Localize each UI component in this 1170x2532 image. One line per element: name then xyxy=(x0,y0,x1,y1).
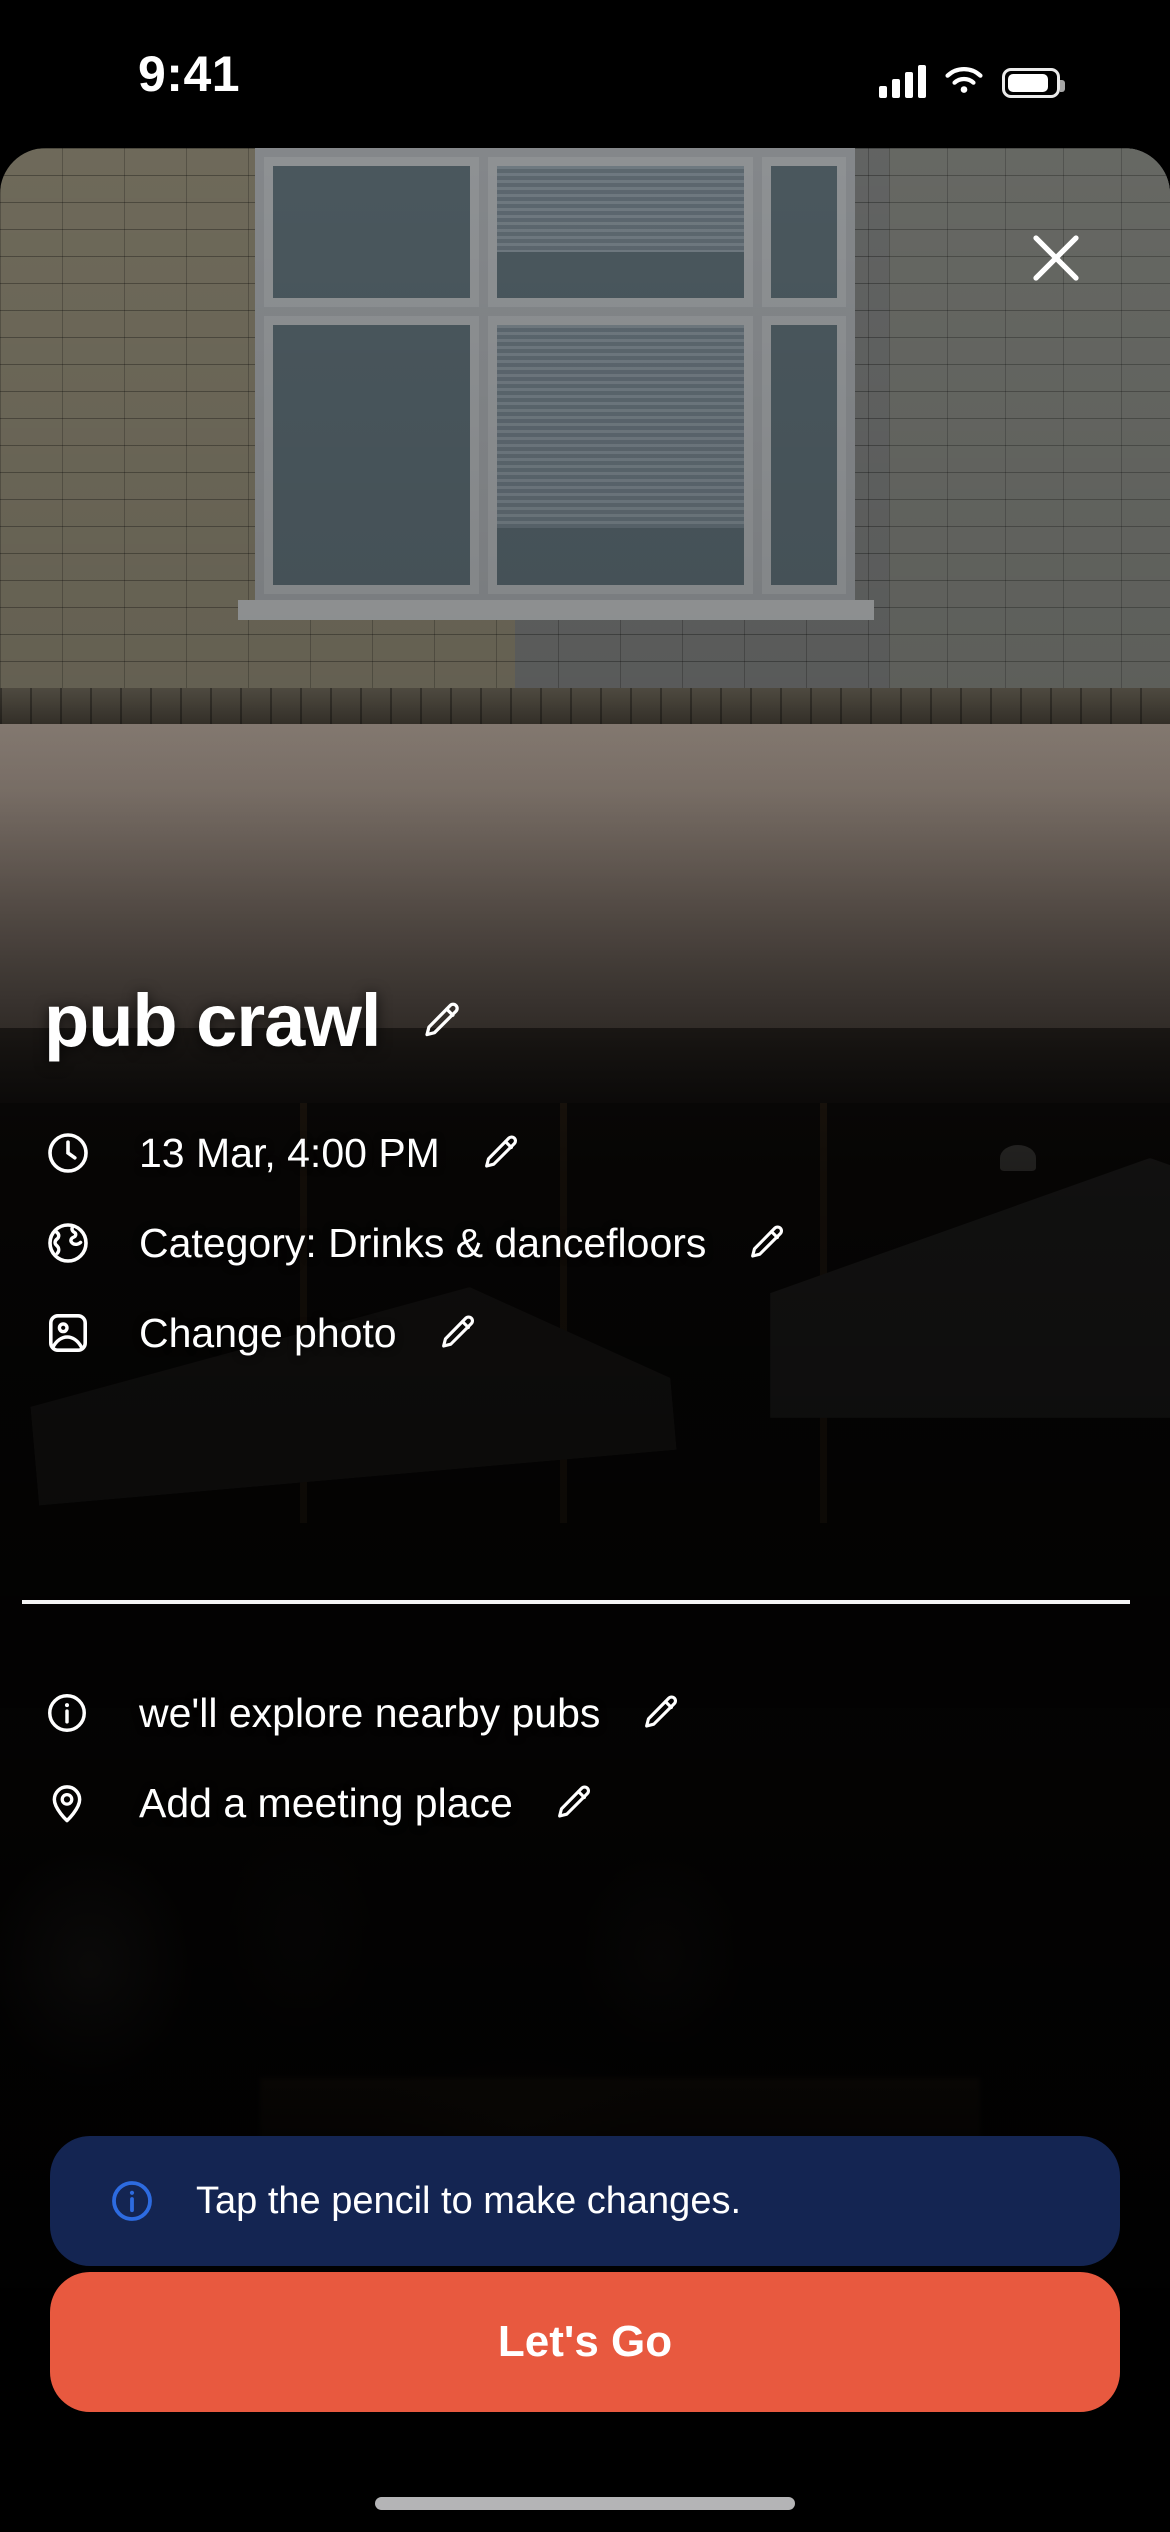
lets-go-button[interactable]: Let's Go xyxy=(50,2272,1120,2412)
detail-row-category[interactable]: Category: Drinks & dancefloors xyxy=(44,1198,1144,1288)
detail-row-label: we'll explore nearby pubs xyxy=(139,1689,601,1736)
detail-row-label: Change photo xyxy=(139,1309,397,1356)
lets-go-label: Let's Go xyxy=(497,2317,673,2366)
home-indicator[interactable] xyxy=(375,2497,795,2510)
status-bar-icons xyxy=(879,52,1065,98)
status-bar: 9:41 xyxy=(0,0,1170,148)
extra-rows: we'll explore nearby pubs Add a meeting … xyxy=(44,1668,1144,1848)
detail-rows: 13 Mar, 4:00 PM Category: Drinks & dance… xyxy=(44,1108,1144,1378)
clock-icon xyxy=(44,1129,104,1177)
detail-row-location[interactable]: Add a meeting place xyxy=(44,1758,1144,1848)
cellular-signal-icon xyxy=(879,65,926,98)
hint-text: Tap the pencil to make changes. xyxy=(196,2179,742,2222)
map-pin-icon xyxy=(44,1780,104,1826)
edit-photo-button[interactable] xyxy=(435,1311,479,1355)
battery-icon xyxy=(1002,68,1065,98)
section-divider xyxy=(22,1600,1130,1604)
close-button[interactable] xyxy=(1012,214,1100,302)
hint-banner: Tap the pencil to make changes. xyxy=(50,2136,1120,2266)
edit-datetime-button[interactable] xyxy=(478,1131,522,1175)
globe-icon xyxy=(44,1219,104,1267)
detail-row-datetime[interactable]: 13 Mar, 4:00 PM xyxy=(44,1108,1144,1198)
detail-row-label: Category: Drinks & dancefloors xyxy=(139,1219,707,1266)
edit-description-button[interactable] xyxy=(638,1691,682,1735)
detail-row-description[interactable]: we'll explore nearby pubs xyxy=(44,1668,1144,1758)
info-circle-icon xyxy=(44,1690,104,1736)
info-circle-icon xyxy=(108,2177,156,2225)
detail-row-photo[interactable]: Change photo xyxy=(44,1288,1144,1378)
page-title: pub crawl xyxy=(44,979,381,1062)
edit-location-button[interactable] xyxy=(551,1781,595,1825)
event-title-row: pub crawl xyxy=(44,978,464,1063)
status-bar-time: 9:41 xyxy=(138,46,241,102)
photo-icon xyxy=(44,1309,104,1357)
app-screen: 9:41 pub crawl 13 Mar, 4:00 PM Category:… xyxy=(0,0,1170,2532)
edit-category-button[interactable] xyxy=(744,1221,788,1265)
edit-title-button[interactable] xyxy=(418,998,464,1044)
detail-row-label: Add a meeting place xyxy=(139,1779,513,1826)
detail-row-label: 13 Mar, 4:00 PM xyxy=(139,1129,440,1176)
wifi-icon xyxy=(943,66,985,98)
